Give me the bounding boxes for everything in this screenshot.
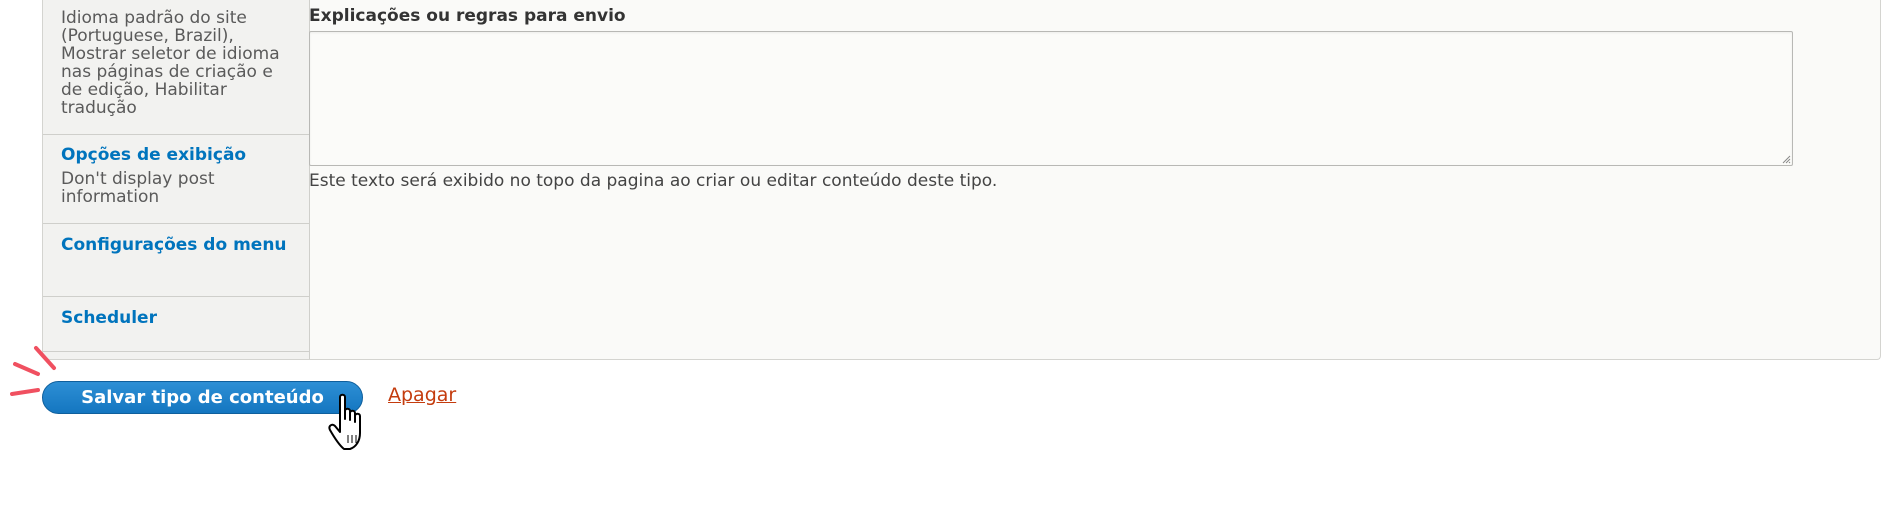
hand-cursor-icon — [328, 393, 361, 450]
vertical-tab-title: Opções de exibição — [61, 145, 247, 165]
vertical-tabs: Idioma padrão do site (Portuguese, Brazi… — [43, 0, 310, 359]
vertical-tab-summary: Idioma padrão do site (Portuguese, Brazi… — [61, 8, 280, 118]
resize-handle-icon[interactable] — [1781, 154, 1791, 164]
vertical-tab-scheduler[interactable]: Scheduler — [43, 297, 309, 352]
vertical-tab-menu-settings[interactable]: Configurações do menu — [43, 224, 309, 297]
vertical-tab-title: Scheduler — [61, 308, 157, 328]
delete-link[interactable]: Apagar — [388, 384, 456, 406]
vertical-tab-summary: Don't display post information — [61, 169, 215, 207]
save-content-type-button[interactable]: Salvar tipo de conteúdo — [42, 381, 363, 414]
vertical-tab-title: Configurações do menu — [61, 235, 287, 255]
vertical-tab-display-options[interactable]: Opções de exibição Don't display post in… — [43, 135, 309, 224]
vertical-tab-language[interactable]: Idioma padrão do site (Portuguese, Brazi… — [43, 0, 309, 135]
field-description: Este texto será exibido no topo da pagin… — [309, 171, 998, 191]
submission-guidelines-label: Explicações ou regras para envio — [309, 6, 626, 26]
submission-guidelines-textarea[interactable] — [309, 31, 1793, 166]
